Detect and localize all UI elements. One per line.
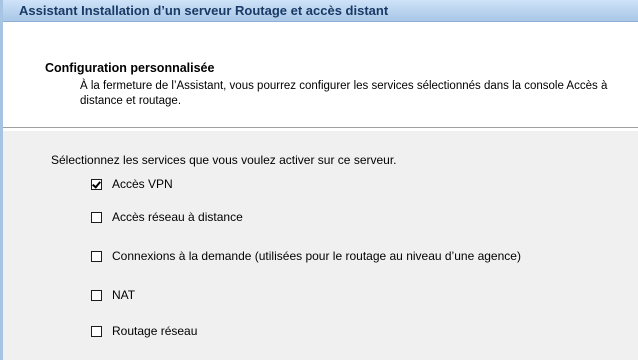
checkbox-lan-routing[interactable] [91, 325, 102, 337]
option-label[interactable]: Routage réseau [112, 324, 197, 338]
checkbox-nat[interactable] [91, 289, 102, 301]
wizard-window: Assistant Installation d’un serveur Rout… [0, 0, 638, 360]
option-label[interactable]: NAT [112, 288, 135, 302]
option-label[interactable]: Connexions à la demande (utilisées pour … [112, 249, 521, 263]
checkbox-demand-dial[interactable] [91, 250, 102, 262]
option-dialup-access[interactable]: Accès réseau à distance [91, 210, 243, 224]
checkbox-vpn-access[interactable] [91, 178, 102, 190]
title-bar[interactable]: Assistant Installation d’un serveur Rout… [3, 0, 638, 22]
option-nat[interactable]: NAT [91, 288, 135, 302]
checkbox-dialup-access[interactable] [91, 211, 102, 223]
option-lan-routing[interactable]: Routage réseau [91, 324, 197, 338]
window-title: Assistant Installation d’un serveur Rout… [19, 3, 389, 18]
instruction-text: Sélectionnez les services que vous voule… [51, 153, 397, 167]
wizard-body: Sélectionnez les services que vous voule… [3, 131, 638, 360]
page-title: Configuration personnalisée [45, 61, 215, 75]
option-label[interactable]: Accès réseau à distance [112, 210, 243, 224]
option-label[interactable]: Accès VPN [112, 177, 173, 191]
page-description: À la fermeture de l’Assistant, vous pour… [80, 80, 608, 107]
wizard-header: Configuration personnalisée À la fermetu… [3, 22, 638, 127]
option-vpn-access[interactable]: Accès VPN [91, 177, 173, 191]
option-demand-dial[interactable]: Connexions à la demande (utilisées pour … [91, 249, 521, 263]
